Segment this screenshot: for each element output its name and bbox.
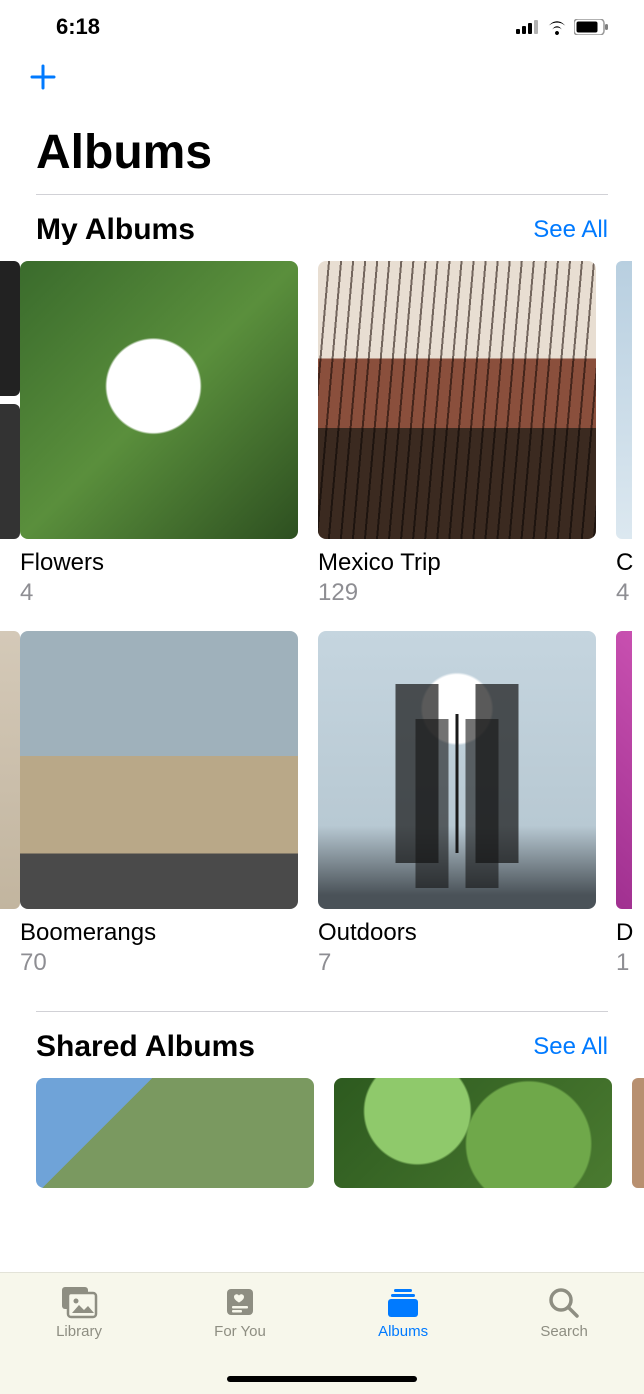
album-outdoors[interactable]: Outdoors 7 [318, 631, 596, 977]
my-albums-row-2: Boomerangs 70 Outdoors 7 D 1 [0, 631, 644, 977]
album-count: 7 [318, 949, 596, 977]
wifi-icon [546, 19, 568, 35]
tab-label: Albums [378, 1323, 428, 1340]
tab-for-you[interactable]: For You [214, 1285, 266, 1340]
album-boomerangs[interactable]: Boomerangs 70 [20, 631, 298, 977]
album-count: 4 [20, 579, 298, 607]
album-flowers[interactable]: Flowers 4 [20, 261, 298, 607]
cellular-icon [516, 20, 540, 34]
tab-albums[interactable]: Albums [378, 1285, 428, 1340]
battery-icon [574, 19, 608, 35]
album-count: 70 [20, 949, 298, 977]
album-thumb [20, 631, 298, 909]
album-thumb [318, 261, 596, 539]
library-icon [60, 1285, 98, 1319]
album-mexico-trip[interactable]: Mexico Trip 129 [318, 261, 596, 607]
album-thumb [20, 261, 298, 539]
shared-album-peek[interactable] [632, 1078, 644, 1188]
my-albums-title: My Albums [36, 213, 195, 247]
status-time: 6:18 [56, 14, 100, 40]
my-albums-see-all[interactable]: See All [533, 216, 608, 244]
album-name: Boomerangs [20, 919, 298, 947]
album-count: 4 [616, 579, 632, 607]
album-name: Flowers [20, 549, 298, 577]
album-name: C [616, 549, 632, 577]
shared-album[interactable] [334, 1078, 612, 1188]
page-title: Albums [0, 105, 644, 194]
album-name: Mexico Trip [318, 549, 596, 577]
album-thumb [616, 631, 632, 909]
albums-icon [384, 1285, 422, 1319]
for-you-icon [221, 1285, 259, 1319]
status-icons [516, 19, 608, 35]
nav-bar [0, 54, 644, 105]
shared-albums-row [0, 1078, 644, 1188]
album-peek-right[interactable]: C 4 [616, 261, 632, 607]
shared-albums-title: Shared Albums [36, 1030, 255, 1064]
my-albums-row-1: Flowers 4 Mexico Trip 129 C 4 [0, 261, 644, 607]
status-bar: 6:18 [0, 0, 644, 54]
album-thumb [632, 1078, 644, 1188]
search-icon [545, 1285, 583, 1319]
album-count: 129 [318, 579, 596, 607]
album-thumb [36, 1078, 314, 1188]
add-button[interactable] [28, 62, 58, 97]
album-peek-right[interactable]: D 1 [616, 631, 632, 977]
album-thumb [318, 631, 596, 909]
tab-label: Search [540, 1323, 588, 1340]
tab-search[interactable]: Search [540, 1285, 588, 1340]
album-name: D [616, 919, 632, 947]
plus-icon [28, 62, 58, 92]
shared-album[interactable] [36, 1078, 314, 1188]
tab-label: For You [214, 1323, 266, 1340]
home-indicator[interactable] [227, 1376, 417, 1382]
shared-albums-see-all[interactable]: See All [533, 1033, 608, 1061]
tab-label: Library [56, 1323, 102, 1340]
album-count: 1 [616, 949, 632, 977]
album-name: Outdoors [318, 919, 596, 947]
shared-albums-header: Shared Albums See All [0, 1012, 644, 1078]
tab-library[interactable]: Library [56, 1285, 102, 1340]
my-albums-header: My Albums See All [0, 195, 644, 261]
album-thumb [616, 261, 632, 539]
tab-bar: Library For You Albums Search [0, 1272, 644, 1394]
album-thumb [334, 1078, 612, 1188]
